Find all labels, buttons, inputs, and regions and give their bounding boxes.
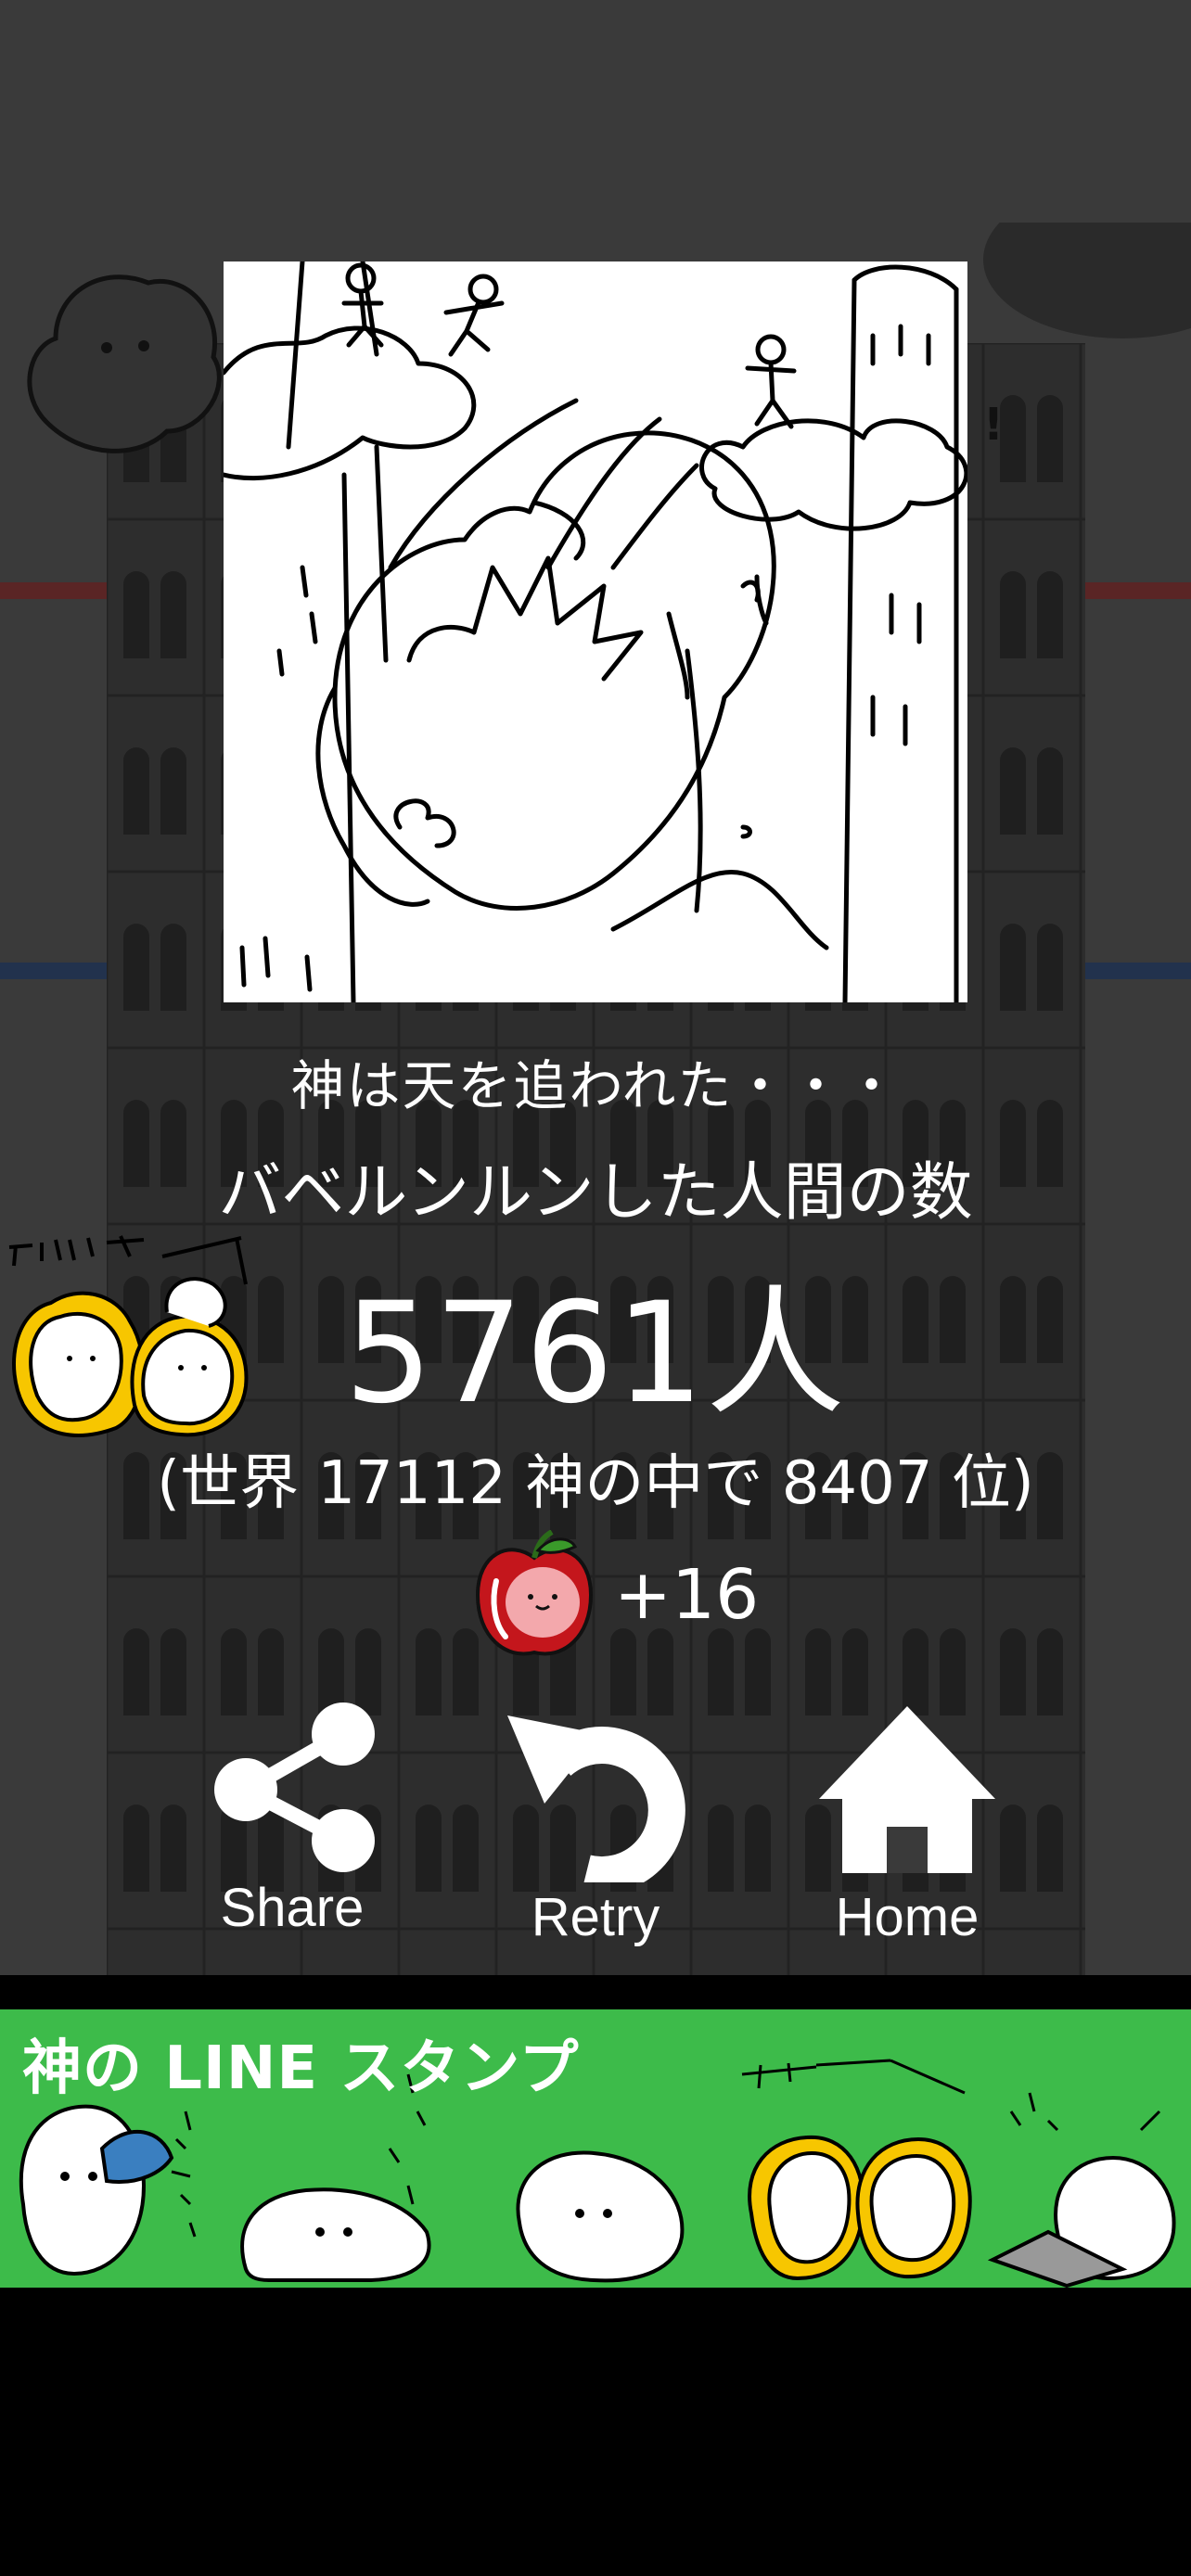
home-button[interactable]: Home: [787, 1697, 1028, 1966]
apple-reward-count: +16: [614, 1555, 760, 1635]
background-cloud-right: [983, 223, 1191, 338]
banner-gap: [0, 1975, 1191, 2009]
line-stamp-banner[interactable]: 神の LINE スタンプ: [0, 2009, 1191, 2288]
background-god-cloud: [27, 274, 222, 453]
home-icon: [819, 1706, 995, 1873]
world-rank-text: (世界 17112 神の中で 8407 位): [157, 1449, 1034, 1518]
count-label: バベルンルンした人間の数: [218, 1156, 973, 1230]
bottom-area: [0, 2288, 1191, 2576]
line-stamp-title: 神の LINE スタンプ: [22, 2034, 580, 2103]
retry-button[interactable]: Retry: [475, 1697, 716, 1966]
home-label: Home: [835, 1887, 980, 1947]
apple-reward: +16: [473, 1530, 759, 1660]
retry-label: Retry: [531, 1887, 660, 1947]
share-label: Share: [220, 1878, 365, 1938]
falling-god-illustration: [224, 261, 967, 1002]
share-button[interactable]: Share: [172, 1697, 413, 1966]
result-caption: 神は天を追われた・・・: [290, 1054, 901, 1117]
share-icon: [214, 1702, 375, 1872]
apple-icon: [475, 1530, 594, 1656]
result-buttons: Share Retry Home: [0, 1697, 1191, 1975]
background-exclamation: !: [983, 399, 1004, 451]
falling-god-drawing: [224, 261, 967, 1002]
retry-icon: [507, 1715, 685, 1882]
result-screen: ! 神は天を追われた・・・ バベルンルンした人間の数 5761人 (世界 171…: [0, 0, 1191, 2576]
bear-sticker-left: [8, 1235, 249, 1437]
